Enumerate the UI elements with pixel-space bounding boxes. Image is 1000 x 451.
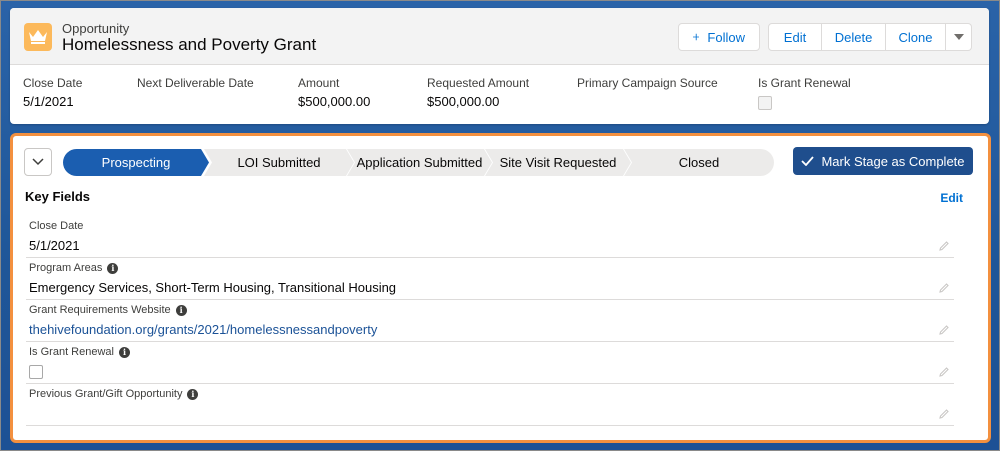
- path-stage-closed[interactable]: Closed: [624, 149, 774, 176]
- key-field-close-date: Close Date 5/1/2021: [26, 216, 954, 258]
- info-icon[interactable]: i: [107, 262, 119, 274]
- highlight-label: Requested Amount: [427, 76, 530, 90]
- pencil-icon[interactable]: [938, 408, 950, 420]
- plus-icon: [693, 33, 700, 41]
- highlight-label: Primary Campaign Source: [577, 76, 718, 90]
- mark-stage-complete-button[interactable]: Mark Stage as Complete: [793, 147, 973, 175]
- record-title: Homelessness and Poverty Grant: [62, 35, 317, 54]
- highlight-value: $500,000.00: [427, 94, 500, 109]
- highlight-value: $500,000.00: [298, 94, 371, 109]
- website-link[interactable]: thehivefoundation.org/grants/2021/homele…: [29, 322, 377, 337]
- clone-button[interactable]: Clone: [886, 23, 946, 51]
- field-label: Grant Requirements Website i: [29, 304, 187, 316]
- pencil-icon[interactable]: [938, 324, 950, 336]
- key-fields-title: Key Fields: [25, 189, 91, 204]
- key-field-is-grant-renewal: Is Grant Renewal i: [26, 342, 954, 384]
- highlight-is-grant-renewal: Is Grant Renewal: [758, 76, 851, 110]
- grant-renewal-checkbox-readonly: [758, 96, 772, 110]
- follow-button[interactable]: Follow: [678, 23, 760, 51]
- pencil-icon[interactable]: [938, 366, 950, 378]
- path-stage-loi-submitted[interactable]: LOI Submitted: [204, 149, 354, 176]
- field-label: Previous Grant/Gift Opportunity i: [29, 388, 199, 400]
- info-icon[interactable]: i: [187, 388, 199, 400]
- crown-icon: [24, 23, 52, 51]
- delete-button[interactable]: Delete: [822, 23, 886, 51]
- key-field-grant-requirements-website: Grant Requirements Website i thehivefoun…: [26, 300, 954, 342]
- highlight-label: Close Date: [23, 76, 83, 90]
- field-label: Close Date: [29, 220, 83, 232]
- field-label-text: Is Grant Renewal: [29, 346, 114, 358]
- field-label-text: Close Date: [29, 220, 84, 232]
- highlight-amount: Amount $500,000.00: [298, 76, 370, 109]
- record-header: Opportunity Homelessness and Poverty Gra…: [10, 8, 989, 124]
- field-label-text: Grant Requirements Website: [29, 304, 171, 316]
- field-label-text: Previous Grant/Gift Opportunity: [29, 388, 183, 400]
- highlight-requested-amount: Requested Amount $500,000.00: [427, 76, 529, 109]
- key-fields-edit-link[interactable]: Edit: [940, 191, 963, 205]
- field-value: Emergency Services, Short-Term Housing, …: [29, 280, 397, 295]
- highlight-value: 5/1/2021: [23, 94, 74, 109]
- key-field-program-areas: Program Areas i Emergency Services, Shor…: [26, 258, 954, 300]
- field-label-text: Program Areas: [29, 262, 103, 274]
- edit-button[interactable]: Edit: [768, 23, 822, 51]
- path-stage-site-visit-requested[interactable]: Site Visit Requested: [485, 149, 631, 176]
- follow-label: Follow: [707, 29, 745, 45]
- field-label: Program Areas i: [29, 262, 119, 274]
- highlights-panel: Close Date 5/1/2021 Next Deliverable Dat…: [10, 76, 989, 120]
- path-card: Prospecting LOI Submitted Application Su…: [10, 133, 991, 443]
- pencil-icon[interactable]: [938, 282, 950, 294]
- info-icon[interactable]: i: [175, 304, 187, 316]
- path-stage-application-submitted[interactable]: Application Submitted: [347, 149, 492, 176]
- pencil-icon[interactable]: [938, 240, 950, 252]
- path-toggle-button[interactable]: [24, 148, 52, 176]
- key-field-previous-grant-gift-opportunity: Previous Grant/Gift Opportunity i: [26, 384, 954, 426]
- highlight-close-date: Close Date 5/1/2021: [23, 76, 82, 109]
- info-icon[interactable]: i: [118, 346, 130, 358]
- chevron-down-icon: [32, 158, 44, 166]
- more-actions-button[interactable]: [946, 23, 972, 51]
- highlight-next-deliverable-date: Next Deliverable Date: [137, 76, 254, 94]
- path-stage-prospecting[interactable]: Prospecting: [63, 149, 209, 176]
- header-actions: Follow Edit Delete Clone: [678, 23, 972, 51]
- grant-renewal-checkbox[interactable]: [29, 365, 43, 379]
- object-type-label: Opportunity: [62, 21, 130, 36]
- highlight-primary-campaign-source: Primary Campaign Source: [577, 76, 718, 94]
- field-value: 5/1/2021: [29, 238, 80, 253]
- highlight-label: Is Grant Renewal: [758, 76, 851, 90]
- highlight-label: Amount: [298, 76, 340, 90]
- header-top: Opportunity Homelessness and Poverty Gra…: [10, 8, 989, 65]
- chevron-down-icon: [953, 34, 964, 40]
- sales-path: Prospecting LOI Submitted Application Su…: [63, 149, 774, 176]
- field-label: Is Grant Renewal i: [29, 346, 130, 358]
- mark-stage-complete-label: Mark Stage as Complete: [821, 153, 965, 169]
- highlight-label: Next Deliverable Date: [137, 76, 254, 90]
- checkmark-icon: [801, 156, 815, 166]
